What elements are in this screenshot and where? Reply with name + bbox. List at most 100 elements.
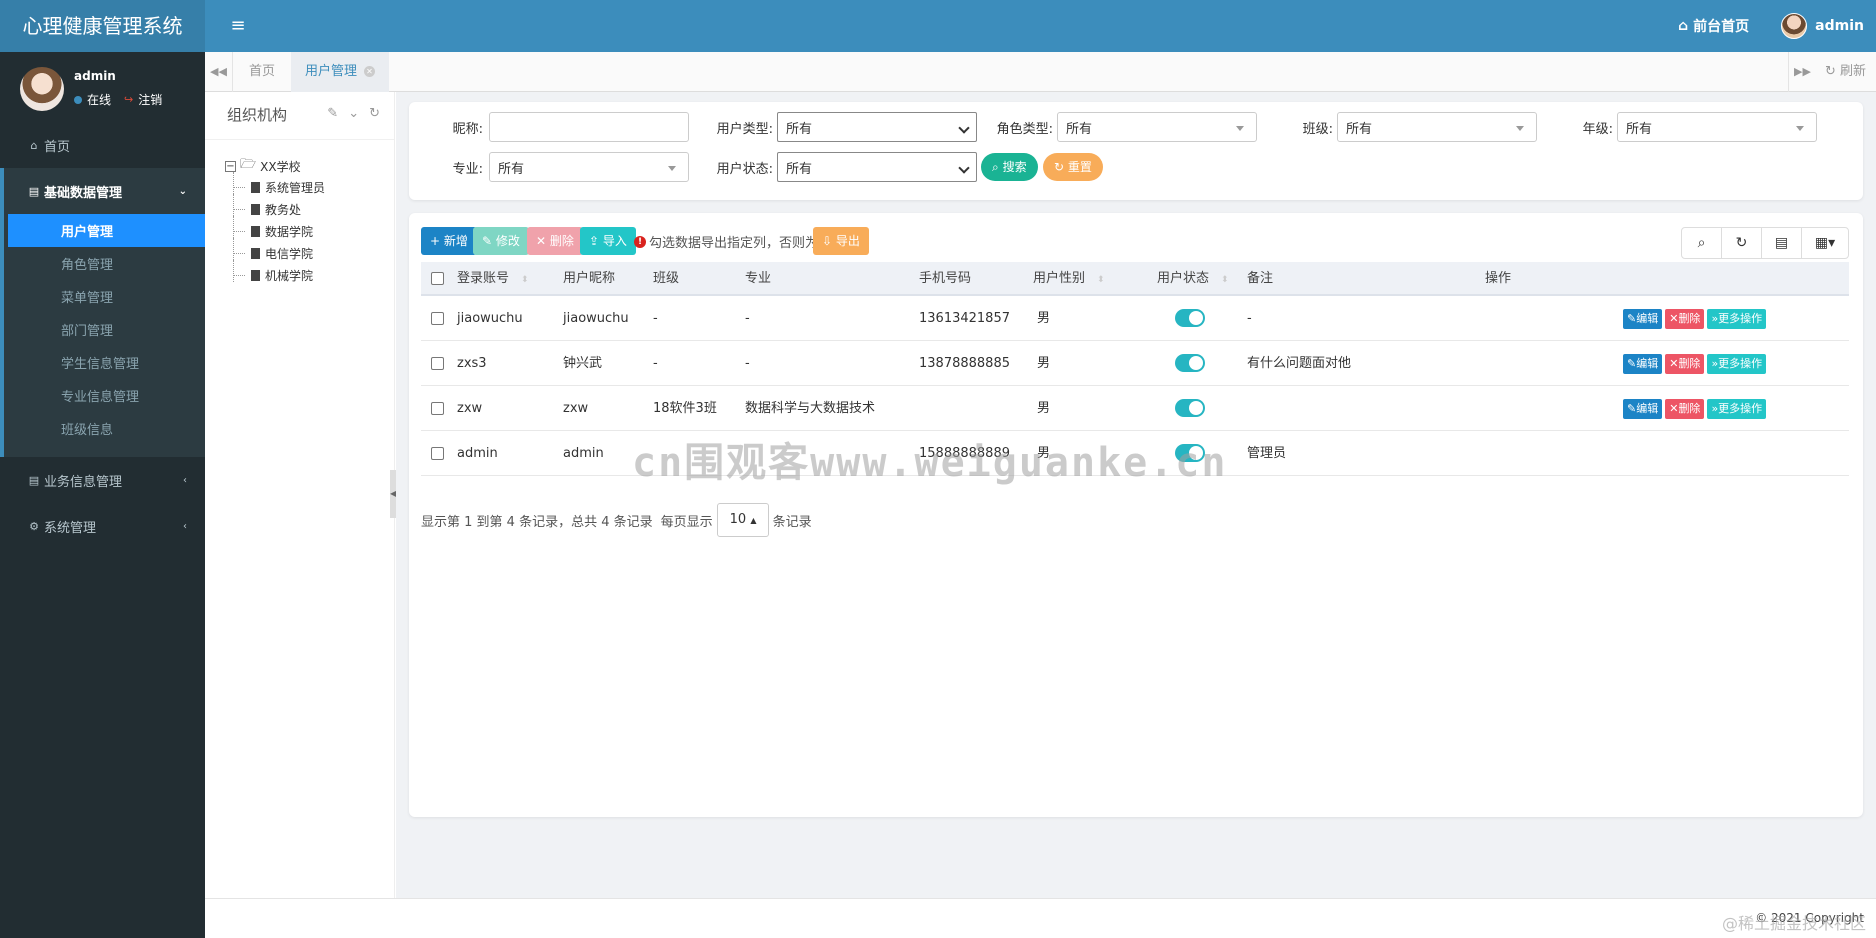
col-status[interactable]: 用户状态 ⬍ [1157,262,1229,297]
chevron-down-icon[interactable]: ⌄ [348,106,359,121]
cell-phone: 13613421857 [919,311,1010,326]
sidebar-item-basic-data[interactable]: ▤ 基础数据管理 ⌄ [4,168,205,214]
import-button[interactable]: ⇪ 导入 [580,227,636,255]
select-all-checkbox[interactable] [431,272,444,285]
status-toggle[interactable] [1175,399,1205,417]
watermark: cn围观客www.weiguanke.cn [632,440,1228,486]
cell-remark: 管理员 [1247,446,1287,461]
tab-label: 首页 [249,64,276,79]
close-icon[interactable]: ✕ [364,66,376,77]
sidebar-item-role-management[interactable]: 角色管理 [4,247,205,280]
sidebar-item-label: 首页 [44,139,71,155]
col-account[interactable]: 登录账号 ⬍ [457,262,529,297]
col-gender[interactable]: 用户性别 ⬍ [1033,262,1105,297]
sidebar-item-class-info[interactable]: 班级信息 [4,412,205,445]
column-title: 用户性别 [1033,271,1086,286]
delete-button[interactable]: ✕ 删除 [527,227,583,255]
pagination: 显示第 1 到第 4 条记录，总共 4 条记录 每页显示 10 ▲ 条记录 [421,503,812,537]
search-button[interactable]: ⌕ 搜索 [981,153,1038,181]
cell-remark: - [1247,311,1252,326]
status-toggle[interactable] [1175,309,1205,327]
refresh-icon[interactable]: ↻ [1722,228,1762,258]
page-size-dropdown[interactable]: 10 ▲ [716,503,769,537]
tree-node[interactable]: 机械学院 [225,260,325,286]
columns-icon[interactable]: ▦▾ [1802,228,1848,258]
column-title: 登录账号 [457,271,510,286]
org-panel-header: 组织机构 ✎ ⌄ ↻ [205,92,394,140]
cell-gender: 男 [1037,311,1051,326]
col-actions: 操作 [1485,271,1512,286]
row-checkbox[interactable] [431,402,444,415]
add-button[interactable]: + 新增 [421,227,477,255]
class-select[interactable]: 所有 [1337,112,1537,142]
menu-toggle-icon[interactable]: ≡ [228,15,248,37]
tree-node[interactable]: 数据学院 [225,216,325,242]
tree-node-label: XX学校 [260,159,301,174]
tree-root-node[interactable]: − 🗁 XX学校 [225,156,325,176]
field-label: 年级: [1582,121,1613,137]
sidebar-item-major-info[interactable]: 专业信息管理 [4,379,205,412]
sidebar-item-dept-management[interactable]: 部门管理 [4,313,205,346]
toggle-view-icon[interactable]: ▤ [1762,228,1802,258]
cell-class: 18软件3班 [653,401,717,416]
cell-account: jiaowuchu [457,311,523,326]
sidebar-item-user-management[interactable]: 用户管理 [8,214,205,247]
collapse-icon[interactable]: − [225,160,236,172]
row-delete-button[interactable]: ✕删除 [1665,354,1705,374]
refresh-button[interactable]: ↻ 刷新 [1825,52,1866,92]
edit-icon[interactable]: ✎ [327,106,338,121]
sidebar-item-home[interactable]: ⌂ 首页 [0,122,205,168]
search-icon[interactable]: ⌕ [1682,228,1722,258]
sidebar-user-status: 在线 ↪ 注销 [74,91,162,108]
field-label: 用户类型: [716,121,773,137]
user-status-select[interactable]: 所有 [777,152,977,182]
row-checkbox[interactable] [431,447,444,460]
chevron-left-icon: ‹ [183,474,187,486]
logout-link[interactable]: 注销 [138,91,162,108]
row-edit-button[interactable]: ✎编辑 [1623,309,1663,329]
row-checkbox[interactable] [431,312,444,325]
front-home-link[interactable]: ⌂ 前台首页 [1678,16,1749,36]
tab-home[interactable]: 首页 [235,52,289,92]
tabs-scroll-right-icon[interactable]: ▶▶ [1788,52,1816,92]
file-icon [251,269,260,281]
row-delete-button[interactable]: ✕删除 [1665,309,1705,329]
tree-node[interactable]: 系统管理员 [225,172,325,198]
sidebar-item-student-info[interactable]: 学生信息管理 [4,346,205,379]
row-checkbox[interactable] [431,357,444,370]
row-edit-button[interactable]: ✎编辑 [1623,399,1663,419]
cell-major: - [745,311,750,326]
cell-nickname: jiaowuchu [563,311,629,326]
button-label: 删除 [549,234,574,248]
row-more-button[interactable]: »更多操作 [1707,309,1767,329]
refresh-icon[interactable]: ↻ [369,106,380,121]
tree-node[interactable]: 电信学院 [225,238,325,264]
row-more-button[interactable]: »更多操作 [1707,354,1767,374]
major-select[interactable]: 所有 [489,152,689,182]
tab-user-management[interactable]: 用户管理 ✕ [291,52,390,92]
list-icon: ▤ [28,184,40,198]
field-label: 班级: [1302,121,1333,137]
tabs-scroll-left-icon[interactable]: ◀◀ [205,52,233,92]
brand-title[interactable]: 心理健康管理系统 [0,0,205,52]
row-delete-button[interactable]: ✕删除 [1665,399,1705,419]
main-content: 昵称: 用户类型: 所有 角色类型: 所有 班级: 所有 年级: 所有 专业: … [396,92,1876,898]
tree-node[interactable]: 教务处 [225,194,325,220]
grade-select[interactable]: 所有 [1617,112,1817,142]
sidebar-item-business-info[interactable]: ▤ 业务信息管理 ‹ [0,457,205,503]
sidebar-item-system-management[interactable]: ⚙ 系统管理 ‹ [0,503,205,549]
row-edit-button[interactable]: ✎编辑 [1623,354,1663,374]
user-type-select[interactable]: 所有 [777,112,977,142]
role-type-select[interactable]: 所有 [1057,112,1257,142]
cell-major: - [745,356,750,371]
sidebar-item-menu-management[interactable]: 菜单管理 [4,280,205,313]
header-user-menu[interactable]: admin [1781,13,1864,39]
edit-button[interactable]: ✎ 修改 [473,227,529,255]
reset-button[interactable]: ↻ 重置 [1043,153,1103,181]
row-more-button[interactable]: »更多操作 [1707,399,1767,419]
nickname-input[interactable] [489,112,689,142]
sort-icon: ⬍ [1097,275,1105,285]
status-toggle[interactable] [1175,354,1205,372]
export-button[interactable]: ⇩ 导出 [813,227,869,255]
row-actions: ✎编辑 ✕删除 »更多操作 [1623,309,1767,329]
